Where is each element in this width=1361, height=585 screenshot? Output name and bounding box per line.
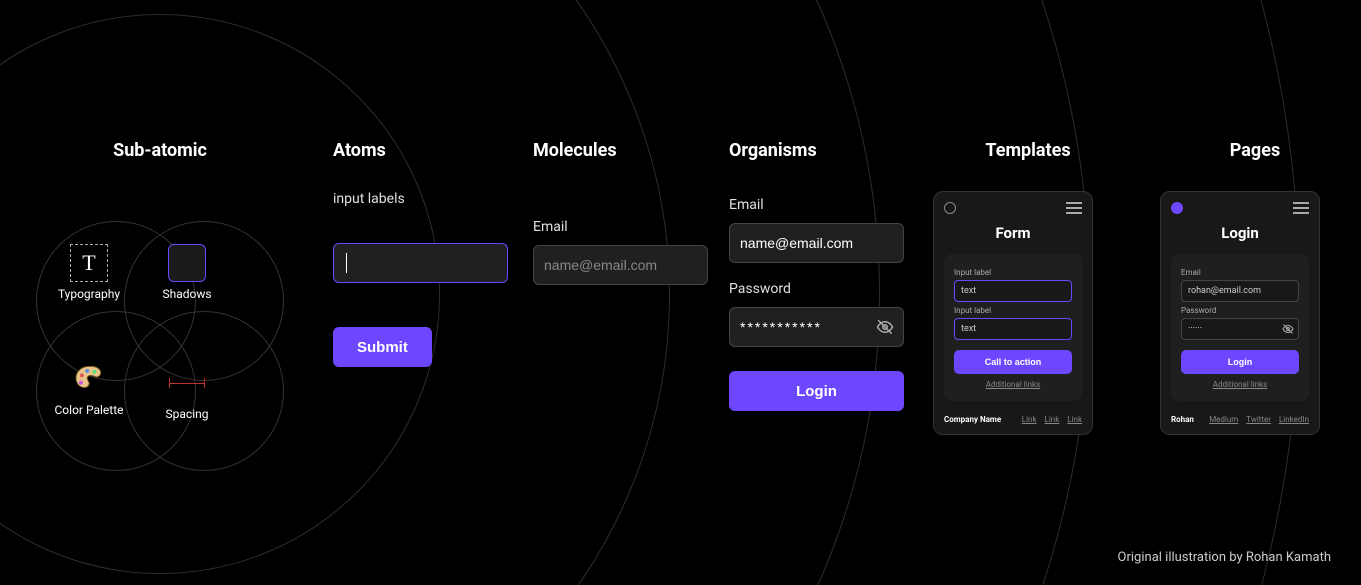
avatar-placeholder-icon (944, 202, 956, 214)
spacing-label: Spacing (142, 407, 232, 421)
subatomic-shadows: Shadows (142, 243, 232, 301)
card-title: Form (944, 224, 1082, 242)
eye-off-icon[interactable] (876, 318, 894, 336)
heading-molecules: Molecules (533, 140, 723, 161)
subatomic-typography: T Typography (44, 243, 134, 301)
email-label: Email (533, 219, 723, 235)
submit-button[interactable]: Submit (333, 327, 432, 367)
card-title: Login (1171, 224, 1309, 242)
password-label: Password (729, 281, 919, 297)
palette-label: Color Palette (44, 403, 134, 417)
email-input[interactable] (533, 245, 708, 285)
menu-icon[interactable] (1293, 202, 1309, 214)
venn-diagram: T Typography Shadows Color Palette (30, 191, 290, 461)
atom-label-text: input labels (333, 191, 523, 207)
login-button[interactable]: Login (729, 371, 904, 411)
email-input[interactable]: rohan@email.com (1181, 280, 1299, 302)
text-input[interactable]: text (954, 280, 1072, 302)
email-label: Email (729, 197, 919, 213)
author-name: Rohan (1171, 415, 1194, 424)
footer-link[interactable]: Link (1022, 415, 1037, 424)
text-input[interactable]: text (954, 318, 1072, 340)
heading-pages: Pages (1160, 140, 1350, 161)
typography-icon: T (69, 243, 109, 283)
footer-link[interactable]: Link (1045, 415, 1060, 424)
text-input[interactable] (333, 243, 508, 283)
spacing-icon (167, 363, 207, 403)
email-label: Email (1181, 268, 1299, 277)
typography-label: Typography (44, 287, 134, 301)
form-panel: Input label text Input label text Call t… (944, 254, 1082, 401)
footer-link-twitter[interactable]: Twitter (1246, 415, 1271, 424)
attribution-caption: Original illustration by Rohan Kamath (1118, 550, 1331, 565)
login-button[interactable]: Login (1181, 350, 1299, 374)
password-label: Password (1181, 306, 1299, 315)
password-input[interactable]: ······ (1181, 318, 1299, 340)
shadows-icon (167, 243, 207, 283)
footer-link[interactable]: Link (1067, 415, 1082, 424)
heading-templates: Templates (933, 140, 1123, 161)
company-name: Company Name (944, 415, 1001, 424)
heading-organisms: Organisms (729, 140, 919, 161)
additional-links[interactable]: Additional links (1181, 380, 1299, 389)
additional-links[interactable]: Additional links (954, 380, 1072, 389)
heading-atoms: Atoms (333, 140, 523, 161)
email-input[interactable] (729, 223, 904, 263)
shadows-label: Shadows (142, 287, 232, 301)
typography-glyph: T (70, 244, 108, 282)
heading-subatomic: Sub-atomic (30, 140, 290, 161)
input-label: Input label (954, 268, 1072, 277)
eye-off-icon[interactable] (1282, 323, 1294, 335)
page-card: Login Email rohan@email.com Password ···… (1160, 191, 1320, 435)
login-panel: Email rohan@email.com Password ······ Lo… (1171, 254, 1309, 401)
avatar-icon (1171, 202, 1183, 214)
template-card: Form Input label text Input label text C… (933, 191, 1093, 435)
cta-button[interactable]: Call to action (954, 350, 1072, 374)
footer-link-linkedin[interactable]: LinkedIn (1279, 415, 1309, 424)
input-label: Input label (954, 306, 1072, 315)
menu-icon[interactable] (1066, 202, 1082, 214)
subatomic-palette: Color Palette (44, 359, 134, 417)
palette-icon (69, 359, 109, 399)
footer-link-medium[interactable]: Medium (1209, 415, 1238, 424)
subatomic-spacing: Spacing (142, 363, 232, 421)
